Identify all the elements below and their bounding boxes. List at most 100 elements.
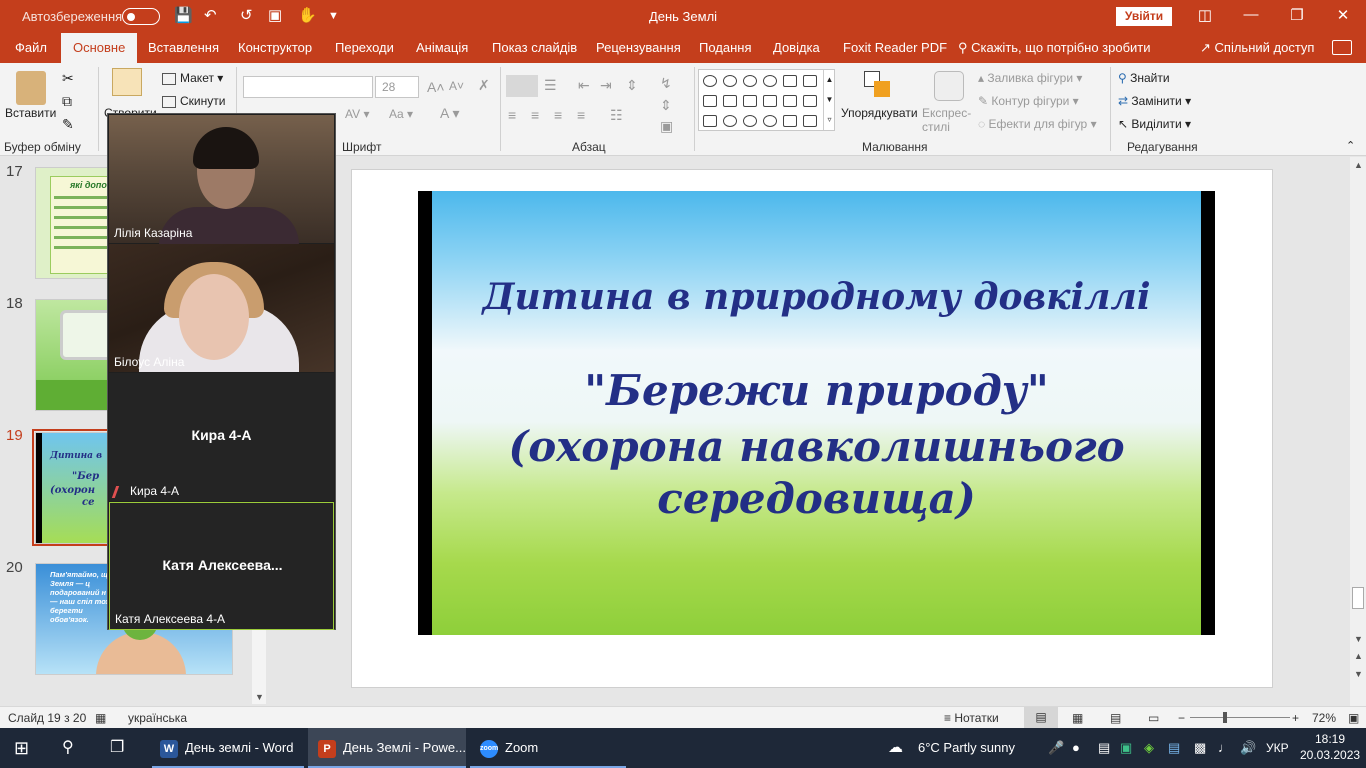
tell-me-search[interactable]: ⚲ Скажіть, що потрібно зробити — [958, 33, 1151, 63]
scroll-up-icon[interactable]: ▲ — [1354, 160, 1363, 170]
slide-sorter-icon[interactable]: ▦ — [1072, 711, 1083, 725]
layout-button[interactable]: Макет ▾ — [162, 71, 223, 85]
replace-button[interactable]: ⇄ Замінити ▾ — [1118, 94, 1191, 108]
minimize-icon[interactable]: — — [1236, 6, 1266, 23]
bullets-icon[interactable] — [506, 75, 538, 97]
tab-foxit[interactable]: Foxit Reader PDF — [843, 33, 947, 63]
quick-styles-icon[interactable] — [934, 71, 964, 101]
ribbon-display-icon[interactable]: ◫ — [1190, 6, 1220, 24]
tab-help[interactable]: Довідка — [773, 33, 820, 63]
tab-review[interactable]: Рецензування — [596, 33, 681, 63]
weather-icon[interactable]: ☁ — [888, 738, 903, 756]
editor-scrollbar[interactable]: ▲ ▼ ▲ ▼ — [1350, 157, 1366, 707]
system-clock[interactable]: 18:19 20.03.2023 — [1300, 731, 1360, 763]
search-icon[interactable]: ⚲ — [62, 728, 74, 768]
font-family-select[interactable] — [243, 76, 373, 98]
zoom-level[interactable]: 72% — [1312, 711, 1336, 725]
slideshow-icon[interactable]: ▭ — [1148, 711, 1159, 725]
scroll-down-icon[interactable]: ▼ — [1354, 634, 1363, 644]
network-icon[interactable]: ▩ — [1194, 740, 1206, 756]
tab-slideshow[interactable]: Показ слайдів — [492, 33, 577, 63]
select-button[interactable]: ↖ Виділити ▾ — [1118, 117, 1191, 131]
align-right-icon[interactable]: ≡ — [554, 107, 562, 123]
start-icon[interactable]: ⊞ — [14, 728, 29, 768]
reading-view-icon[interactable]: ▤ — [1110, 711, 1121, 725]
restore-icon[interactable]: ❐ — [1282, 6, 1312, 24]
arrange-button[interactable]: Упорядкувати — [841, 106, 918, 120]
line-spacing-icon[interactable]: ⇕ — [626, 77, 638, 94]
language-indicator[interactable]: українська — [128, 711, 187, 725]
zoom-out-icon[interactable]: − — [1178, 711, 1185, 725]
numbering-icon[interactable]: ☰ — [544, 77, 557, 94]
tab-transitions[interactable]: Переходи — [335, 33, 394, 63]
zoom-slider[interactable] — [1190, 717, 1290, 718]
share-button[interactable]: ↗ Спільний доступ — [1200, 33, 1314, 63]
app-tray-icon[interactable]: ▣ — [1120, 740, 1132, 756]
tab-view[interactable]: Подання — [699, 33, 752, 63]
arrange-icon[interactable] — [864, 71, 892, 99]
new-slide-icon[interactable] — [112, 68, 142, 96]
taskbar-app-word[interactable]: W День землі - Word — [152, 728, 304, 768]
align-left-icon[interactable]: ≡ — [508, 107, 516, 123]
sign-in-button[interactable]: Увійти — [1116, 7, 1172, 26]
zoom-participant-tile[interactable]: Лілія Казаріна — [109, 115, 334, 245]
scroll-thumb[interactable] — [1352, 587, 1364, 609]
justify-icon[interactable]: ≡ — [577, 107, 585, 123]
cut-icon[interactable]: ✂ — [62, 70, 74, 87]
scroll-down-icon[interactable]: ▼ — [255, 692, 264, 702]
tab-animations[interactable]: Анімація — [416, 33, 468, 63]
taskbar-app-powerpoint[interactable]: P День Землі - Powe... — [308, 728, 466, 768]
slide-title-line2[interactable]: (охорона навколишнього — [418, 422, 1215, 471]
grow-font-icon[interactable]: A˄ — [427, 79, 445, 95]
clear-format-icon[interactable]: ✗ — [478, 77, 490, 94]
text-direction-icon[interactable]: ↯ — [660, 75, 672, 92]
copy-icon[interactable]: ⧉ — [62, 93, 72, 110]
align-text-icon[interactable]: ⇕ — [660, 97, 672, 114]
tab-insert[interactable]: Вставлення — [148, 33, 219, 63]
shape-fill-button[interactable]: ▴ Заливка фігури ▾ — [978, 71, 1082, 85]
zoom-participant-tile-active-speaker[interactable]: Катя Алексеева... Катя Алексеева 4-А — [109, 502, 334, 630]
quick-styles-button[interactable]: Експрес-стилі — [922, 106, 974, 134]
security-icon[interactable]: ◈ — [1144, 740, 1154, 756]
zoom-in-icon[interactable]: + — [1292, 711, 1299, 725]
zoom-participant-tile[interactable]: Кира 4-А Кира 4-А — [109, 373, 334, 501]
shape-effects-button[interactable]: ◌ Ефекти для фігур ▾ — [978, 117, 1097, 131]
usb-icon[interactable]: ▤ — [1098, 740, 1110, 756]
slide-title-line1[interactable]: "Бережи природу" — [418, 366, 1215, 415]
zoom-slider-handle[interactable] — [1223, 712, 1227, 723]
paste-icon[interactable] — [16, 71, 46, 105]
microphone-icon[interactable]: 🎤 — [1048, 740, 1064, 756]
char-spacing-icon[interactable]: AV ▾ — [345, 107, 369, 121]
prev-slide-icon[interactable]: ▲ — [1354, 651, 1363, 661]
paste-button[interactable]: Вставити — [5, 106, 56, 120]
font-color-icon[interactable]: A ▾ — [440, 105, 459, 122]
find-button[interactable]: ⚲ Знайти — [1118, 71, 1170, 85]
zoom-participant-tile[interactable]: Білоус Аліна — [109, 244, 334, 372]
increase-indent-icon[interactable]: ⇥ — [600, 77, 612, 94]
gallery-scroll-icon[interactable]: ▲ ▼ ▿ — [823, 70, 835, 130]
comments-icon[interactable] — [1332, 40, 1352, 55]
reset-button[interactable]: Скинути — [162, 94, 225, 108]
smartart-icon[interactable]: ▣ — [660, 118, 673, 135]
zoom-tray-icon[interactable]: ● — [1072, 740, 1080, 755]
format-painter-icon[interactable]: ✎ — [62, 116, 74, 133]
shrink-font-icon[interactable]: A˅ — [449, 79, 464, 93]
notes-button[interactable]: ≡ Нотатки — [944, 711, 999, 725]
change-case-icon[interactable]: Aa ▾ — [389, 107, 413, 121]
shapes-gallery[interactable]: ▲ ▼ ▿ — [698, 69, 835, 131]
next-slide-icon[interactable]: ▼ — [1354, 669, 1363, 679]
normal-view-icon[interactable]: ▤ — [1024, 707, 1058, 728]
fit-slide-icon[interactable]: ▣ — [1348, 711, 1359, 725]
spellcheck-icon[interactable]: ▦ — [95, 711, 106, 725]
volume-icon[interactable]: 🔊 — [1240, 740, 1256, 756]
tab-home[interactable]: Основне — [61, 33, 138, 63]
font-size-select[interactable]: 28 — [375, 76, 419, 98]
collapse-ribbon-icon[interactable]: ⌃ — [1346, 139, 1355, 152]
close-icon[interactable]: ✕ — [1328, 6, 1358, 24]
volume-icon[interactable]: ♩ — [1218, 740, 1231, 755]
weather-text[interactable]: 6°C Partly sunny — [918, 740, 1015, 755]
tab-file[interactable]: Файл — [15, 33, 47, 63]
input-language[interactable]: УКР — [1266, 741, 1289, 755]
taskbar-app-zoom[interactable]: zoom Zoom — [470, 728, 626, 768]
tab-design[interactable]: Конструктор — [238, 33, 312, 63]
